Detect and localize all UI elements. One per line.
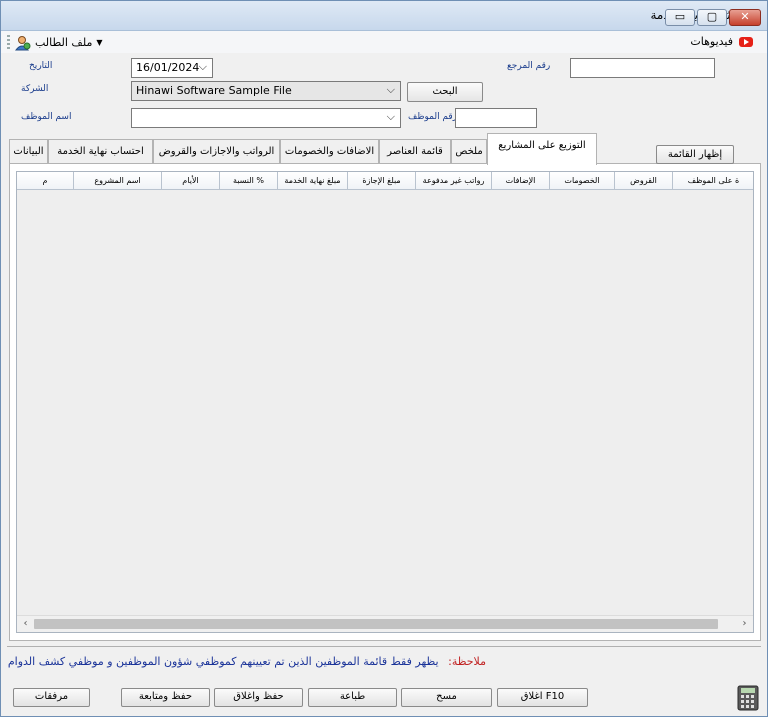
note-label: ملاحظة: xyxy=(448,655,486,668)
clear-button[interactable]: مسح xyxy=(401,688,492,707)
attachments-button[interactable]: مرفقات xyxy=(13,688,90,707)
close-button[interactable]: F10 اغلاق xyxy=(497,688,588,707)
horizontal-scrollbar[interactable]: ‹ › xyxy=(17,615,753,632)
tab-items-list[interactable]: قائمة العناصر xyxy=(379,139,451,164)
minimize-button[interactable]: ▭ xyxy=(665,9,695,26)
reference-input[interactable] xyxy=(570,58,715,78)
scroll-right-icon[interactable]: › xyxy=(736,616,753,632)
tab-summary[interactable]: ملخص xyxy=(451,139,487,164)
menu-bar: ملف الطالب ▼ فيديوهات xyxy=(1,31,767,53)
maximize-button[interactable]: ▢ xyxy=(697,9,727,26)
end-of-service-window: إنشاء نهاية الخدمة ▭ ▢ ✕ ملف الطالب ▼ في… xyxy=(0,0,768,717)
search-button[interactable]: البحث xyxy=(407,82,483,102)
chevron-down-icon: ⌵ xyxy=(198,60,207,73)
show-list-button[interactable]: إظهار القائمة xyxy=(656,145,734,164)
employee-name-select[interactable]: ⌵ xyxy=(131,108,401,128)
column-header[interactable]: ة على الموظف xyxy=(673,172,753,190)
save-continue-button[interactable]: حفظ ومتابعة xyxy=(121,688,210,707)
column-header[interactable]: القروض xyxy=(615,172,673,190)
chevron-down-icon: ⌵ xyxy=(386,83,395,96)
chevron-down-icon: ⌵ xyxy=(386,110,395,123)
tab-salaries-leaves-loans[interactable]: الرواتب والاجازات والقروض xyxy=(153,139,280,164)
student-file-label: ملف الطالب xyxy=(35,36,93,49)
date-label: التاريخ xyxy=(29,61,53,71)
video-play-icon xyxy=(739,36,753,47)
employee-number-input[interactable] xyxy=(455,108,537,128)
calculator-icon[interactable] xyxy=(737,685,759,711)
column-header[interactable]: مبلغ الإجازة xyxy=(348,172,416,190)
note-line: ملاحظة: يظهر فقط قائمة الموظفين الذين تم… xyxy=(8,655,486,679)
videos-label: فيديوهات xyxy=(690,35,733,48)
tab-additions-deductions[interactable]: الاضافات والخصومات xyxy=(280,139,379,164)
column-header[interactable]: الخصومات xyxy=(550,172,615,190)
divider xyxy=(7,646,761,647)
company-select[interactable]: Hinawi Software Sample File ⌵ xyxy=(131,81,401,101)
column-header[interactable]: م xyxy=(17,172,74,190)
form-panel: التاريخ 16/01/2024 ⌵ رقم المرجع الشركة H… xyxy=(7,54,761,130)
note-text: يظهر فقط قائمة الموظفين الذين تم تعيينهم… xyxy=(7,655,439,668)
tab-data[interactable]: البيانات xyxy=(9,139,48,164)
tab-strip: البيانات احتساب نهاية الخدمة الرواتب وال… xyxy=(9,133,761,165)
projects-grid[interactable]: م اسم المشروع الأيام % النسبة مبلغ نهاية… xyxy=(16,171,754,633)
column-header[interactable]: اسم المشروع xyxy=(74,172,162,190)
grid-header: م اسم المشروع الأيام % النسبة مبلغ نهاية… xyxy=(17,172,753,190)
scrollbar-thumb[interactable] xyxy=(34,619,718,629)
videos-menu[interactable]: فيديوهات xyxy=(690,35,753,48)
close-window-button[interactable]: ✕ xyxy=(729,9,761,26)
toolbar-grip[interactable] xyxy=(7,35,10,49)
column-header[interactable]: مبلغ نهاية الخدمة xyxy=(278,172,348,190)
column-header[interactable]: رواتب غير مدفوعة xyxy=(416,172,492,190)
user-icon xyxy=(15,35,31,50)
column-header[interactable]: % النسبة xyxy=(220,172,278,190)
date-value: 16/01/2024 xyxy=(136,61,200,74)
employee-number-label: رقم الموظف xyxy=(408,112,458,122)
reference-label: رقم المرجع xyxy=(507,61,551,71)
company-label: الشركة xyxy=(21,84,49,94)
column-header[interactable]: الأيام xyxy=(162,172,220,190)
employee-name-label: اسم الموظف xyxy=(21,112,72,122)
print-button[interactable]: طباعة xyxy=(308,688,397,707)
save-close-button[interactable]: حفظ واغلاق xyxy=(214,688,303,707)
column-header[interactable]: الإضافات xyxy=(492,172,550,190)
date-picker[interactable]: 16/01/2024 ⌵ xyxy=(131,58,213,78)
tab-project-distribution[interactable]: التوزيع على المشاريع xyxy=(487,133,597,165)
chevron-down-icon: ▼ xyxy=(96,38,103,47)
student-file-menu[interactable]: ملف الطالب ▼ xyxy=(15,34,107,51)
scroll-left-icon[interactable]: ‹ xyxy=(17,616,34,632)
tab-content-panel: م اسم المشروع الأيام % النسبة مبلغ نهاية… xyxy=(9,163,761,641)
company-value: Hinawi Software Sample File xyxy=(136,84,292,97)
tab-end-of-service-calc[interactable]: احتساب نهاية الخدمة xyxy=(48,139,153,164)
title-bar[interactable]: إنشاء نهاية الخدمة ▭ ▢ ✕ xyxy=(1,1,767,31)
